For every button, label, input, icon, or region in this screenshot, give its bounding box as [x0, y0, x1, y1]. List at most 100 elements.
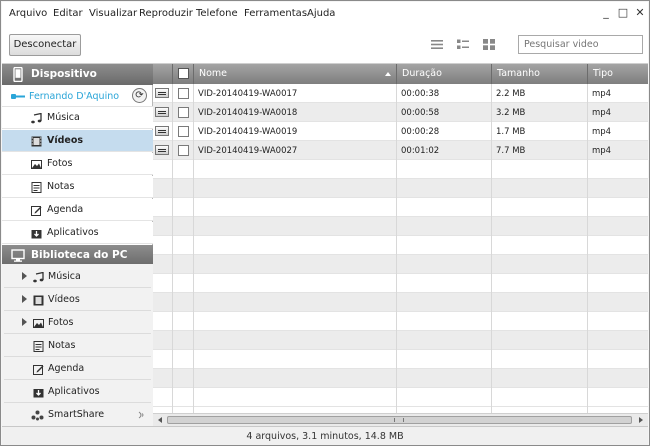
device-name: Fernando D'Aquino — [29, 91, 120, 102]
table-body: VID-20140419-WA0017 00:00:38 2.2 MB mp4 … — [153, 84, 648, 413]
cell-duracao: 00:00:58 — [401, 108, 440, 118]
table-row[interactable]: VID-20140419-WA0018 00:00:58 3.2 MB mp4 — [153, 103, 648, 122]
note-icon — [31, 182, 42, 193]
app-download-icon — [33, 389, 44, 398]
detail-view-icon[interactable] — [457, 39, 469, 50]
sort-ascending-icon — [385, 72, 391, 76]
scroll-left-arrow-icon[interactable] — [158, 417, 162, 423]
table-row[interactable]: VID-20140419-WA0019 00:00:28 1.7 MB mp4 — [153, 122, 648, 141]
empty-row — [153, 160, 648, 179]
device-section-header[interactable]: Dispositivo — [2, 64, 153, 85]
empty-row — [153, 331, 648, 350]
column-duracao[interactable]: Duração — [396, 64, 491, 84]
sidebar-item-videos[interactable]: Vídeos — [2, 130, 153, 152]
grid-view-icon[interactable] — [483, 39, 495, 50]
pc-item-fotos[interactable]: Fotos — [4, 312, 151, 334]
column-divider — [491, 84, 492, 413]
sidebar: Dispositivo Fernando D'Aquino ⟳ Música V… — [2, 64, 153, 426]
sidebar-item-agenda[interactable]: Agenda — [2, 199, 153, 221]
sidebar-item-musica[interactable]: Música — [2, 107, 153, 129]
film-icon — [33, 295, 44, 306]
usb-plug-icon — [11, 94, 25, 99]
pc-item-label: Notas — [48, 340, 76, 351]
empty-row — [153, 312, 648, 331]
cell-duracao: 00:01:02 — [401, 146, 440, 156]
column-tipo[interactable]: Tipo — [587, 64, 648, 84]
table-row[interactable]: VID-20140419-WA0027 00:01:02 7.7 MB mp4 — [153, 141, 648, 160]
pc-library-section-header[interactable]: Biblioteca do PC — [2, 245, 153, 266]
search-input[interactable] — [518, 35, 643, 54]
menu-telefone[interactable]: Telefone — [196, 8, 238, 19]
scrollbar-thumb[interactable] — [167, 416, 632, 424]
empty-row — [153, 369, 648, 388]
sidebar-item-label: Música — [47, 112, 80, 123]
empty-row — [153, 198, 648, 217]
row-checkbox[interactable] — [178, 107, 189, 118]
column-icon — [153, 64, 172, 84]
column-divider — [396, 84, 397, 413]
sidebar-item-label: Fotos — [47, 158, 73, 169]
pc-item-agenda[interactable]: Agenda — [4, 358, 151, 380]
sidebar-item-aplicativos[interactable]: Aplicativos — [2, 222, 153, 244]
pc-item-label: Fotos — [48, 317, 74, 328]
empty-row — [153, 236, 648, 255]
close-button[interactable]: ✕ — [633, 6, 647, 20]
maximize-button[interactable]: □ — [616, 6, 630, 20]
sidebar-item-notas[interactable]: Notas — [2, 176, 153, 198]
menu-ajuda[interactable]: Ajuda — [307, 8, 335, 19]
cell-tamanho: 7.7 MB — [496, 146, 526, 156]
select-all-checkbox[interactable] — [178, 68, 189, 79]
column-tamanho[interactable]: Tamanho — [491, 64, 587, 84]
sidebar-item-fotos[interactable]: Fotos — [2, 153, 153, 175]
note-icon — [33, 341, 44, 352]
video-file-icon — [155, 145, 169, 155]
device-row[interactable]: Fernando D'Aquino ⟳ — [2, 85, 153, 107]
list-view-icon[interactable] — [431, 39, 443, 50]
row-checkbox[interactable] — [178, 126, 189, 137]
sidebar-item-label: Notas — [47, 181, 75, 192]
sidebar-item-label: Agenda — [47, 204, 84, 215]
app-download-icon — [31, 230, 42, 239]
pc-library-list: Música Vídeos Fotos Notas Agenda Aplicat… — [2, 264, 153, 426]
sidebar-item-label: Aplicativos — [47, 227, 99, 238]
column-divider — [193, 84, 194, 413]
pc-item-videos[interactable]: Vídeos — [4, 289, 151, 311]
menu-ferramentas[interactable]: Ferramentas — [244, 8, 307, 19]
expand-arrow-icon[interactable] — [22, 318, 27, 326]
music-note-icon — [33, 272, 44, 283]
sync-icon[interactable]: ⟳ — [132, 88, 147, 103]
menu-visualizar[interactable]: Visualizar — [89, 8, 137, 19]
menu-reproduzir[interactable]: Reproduzir — [139, 8, 193, 19]
calendar-edit-icon — [33, 365, 44, 375]
pc-item-musica[interactable]: Música — [4, 266, 151, 288]
photo-icon — [31, 160, 42, 169]
menu-arquivo[interactable]: Arquivo — [9, 8, 47, 19]
empty-row — [153, 388, 648, 407]
expand-arrow-icon[interactable] — [22, 272, 27, 280]
disconnect-button[interactable]: Desconectar — [9, 34, 81, 56]
cell-tipo: mp4 — [592, 89, 612, 99]
row-checkbox[interactable] — [178, 88, 189, 99]
menu-bar: Arquivo Editar Visualizar Reproduzir Tel… — [2, 2, 648, 24]
calendar-edit-icon — [31, 206, 42, 216]
wifi-signal-icon — [138, 411, 144, 419]
cell-nome: VID-20140419-WA0019 — [198, 127, 298, 137]
cell-tamanho: 2.2 MB — [496, 89, 526, 99]
scroll-right-arrow-icon[interactable] — [639, 417, 643, 423]
pc-item-notas[interactable]: Notas — [4, 335, 151, 357]
pc-item-smartshare[interactable]: SmartShare — [4, 404, 151, 426]
minimize-button[interactable]: _ — [599, 6, 613, 20]
horizontal-scrollbar[interactable] — [153, 413, 648, 426]
expand-arrow-icon[interactable] — [22, 295, 27, 303]
menu-editar[interactable]: Editar — [53, 8, 83, 19]
cell-nome: VID-20140419-WA0018 — [198, 108, 298, 118]
table-row[interactable]: VID-20140419-WA0017 00:00:38 2.2 MB mp4 — [153, 84, 648, 103]
row-checkbox[interactable] — [178, 145, 189, 156]
pc-item-aplicativos[interactable]: Aplicativos — [4, 381, 151, 403]
column-divider — [172, 84, 173, 413]
empty-row — [153, 217, 648, 236]
column-nome[interactable]: Nome — [193, 64, 396, 84]
cell-tamanho: 3.2 MB — [496, 108, 526, 118]
file-table: Nome Duração Tamanho Tipo VID-20140419-W… — [153, 64, 648, 413]
sidebar-item-label: Vídeos — [47, 135, 84, 146]
